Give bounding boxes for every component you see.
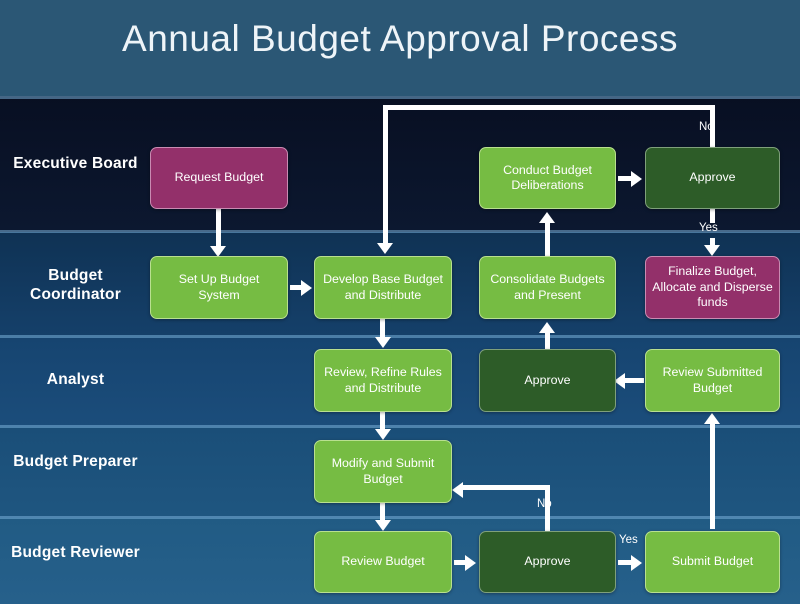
node-develop-base-budget[interactable]: Develop Base Budget and Distribute: [314, 256, 452, 319]
arrowhead-right: [301, 279, 312, 296]
node-approve-reviewer[interactable]: Approve: [479, 531, 616, 593]
connector-yes-executive: [709, 209, 715, 223]
node-conduct-budget-deliberations[interactable]: Conduct Budget Deliberations: [479, 147, 616, 209]
lane-label-budget-preparer: Budget Preparer: [13, 453, 138, 470]
title-band: Annual Budget Approval Process: [0, 0, 800, 96]
arrowhead-right: [465, 554, 476, 571]
arrowhead-left: [452, 482, 463, 498]
edge-label-yes-executive: Yes: [699, 222, 718, 234]
lane-label-budget-coordinator: Budget Coordinator: [30, 267, 121, 303]
flowchart-canvas: Annual Budget Approval Process Executive…: [0, 0, 800, 604]
lane-label-executive-board: Executive Board: [13, 155, 138, 172]
node-consolidate-budgets[interactable]: Consolidate Budgets and Present: [479, 256, 616, 319]
arrowhead-down: [704, 245, 720, 256]
edge-label-no-preparer: No: [537, 498, 552, 510]
node-finalize-budget[interactable]: Finalize Budget, Allocate and Disperse f…: [645, 256, 780, 319]
arrowhead-up: [539, 322, 555, 333]
lane-divider: [0, 335, 800, 338]
connector-review-submitted-to-approve: [624, 378, 644, 383]
arrowhead-down: [374, 337, 391, 348]
node-submit-budget[interactable]: Submit Budget: [645, 531, 780, 593]
connector-no-loop-down: [382, 105, 388, 245]
arrowhead-up: [539, 212, 555, 223]
arrowhead-up: [704, 413, 720, 424]
connector-no-preparer-across: [460, 485, 547, 490]
lane-divider: [0, 230, 800, 233]
lane-label-budget-reviewer: Budget Reviewer: [11, 544, 140, 561]
page-title: Annual Budget Approval Process: [122, 18, 678, 59]
lane-divider: [0, 425, 800, 428]
arrowhead-right: [631, 170, 642, 187]
node-set-up-budget-system[interactable]: Set Up Budget System: [150, 256, 288, 319]
node-modify-and-submit-budget[interactable]: Modify and Submit Budget: [314, 440, 452, 503]
arrowhead-right: [631, 554, 642, 571]
connector-no-loop-across: [385, 105, 715, 110]
node-approve-analyst[interactable]: Approve: [479, 349, 616, 412]
lane-label-analyst: Analyst: [46, 371, 105, 388]
connector-submit-to-review-submitted: [709, 424, 715, 529]
connector-request-to-setup: [216, 209, 221, 249]
edge-label-no-executive: No: [699, 121, 714, 133]
arrowhead-down: [374, 429, 391, 440]
edge-label-yes-reviewer: Yes: [619, 534, 638, 546]
arrowhead-down: [374, 520, 391, 531]
node-review-refine-rules[interactable]: Review, Refine Rules and Distribute: [314, 349, 452, 412]
arrowhead-down: [377, 243, 393, 254]
lane-divider: [0, 96, 800, 99]
lane-divider: [0, 516, 800, 519]
node-review-submitted-budget[interactable]: Review Submitted Budget: [645, 349, 780, 412]
node-review-budget[interactable]: Review Budget: [314, 531, 452, 593]
connector-no-preparer-up: [544, 510, 550, 532]
node-request-budget[interactable]: Request Budget: [150, 147, 288, 209]
node-approve-executive[interactable]: Approve: [645, 147, 780, 209]
connector-consolidate-to-deliberations: [544, 222, 550, 258]
